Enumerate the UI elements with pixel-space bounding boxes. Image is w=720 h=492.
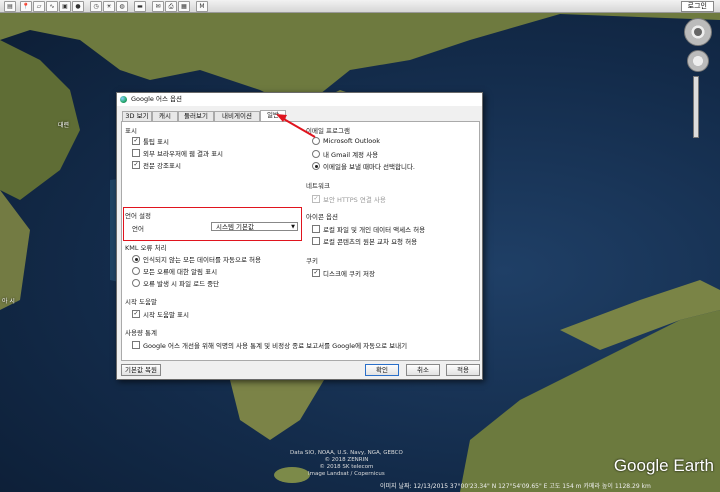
checkbox-checked[interactable]: ✓ [132,137,140,145]
email-ask-option[interactable]: 이메일을 보낼 때마다 선택합니다. [312,161,415,171]
radio-selected[interactable] [312,162,320,170]
kml-abort-option[interactable]: 오류 발생 시 파일 로드 중단 [132,278,219,288]
history-icon[interactable]: ◷ [90,1,102,12]
status-bar: 이미지 날짜: 12/13/2015 37°00'23.34" N 127°54… [380,483,651,490]
startup-tips-option[interactable]: ✓ 시작 도움말 표시 [132,309,189,319]
print-icon[interactable]: ⎙ [165,1,177,12]
dialog-titlebar[interactable]: Google 어스 옵션 [117,93,482,106]
checkbox-unchecked[interactable] [312,225,320,233]
option-label: 외부 브라우저에 웹 결과 표시 [143,150,224,158]
credit-line: Data SIO, NOAA, U.S. Navy, NGA, GEBCO [290,450,403,456]
radio-unselected[interactable] [312,150,320,158]
email-section-title: 이메일 프로그램 [306,127,350,135]
cookies-section-title: 쿠키 [306,257,318,265]
option-label: 로컬 파일 및 개인 데이터 액세스 허용 [323,226,426,234]
save-image-icon[interactable]: ▦ [178,1,190,12]
startup-section-title: 시작 도움말 [125,298,157,306]
option-label: 모든 오류에 대한 알림 표시 [143,268,218,276]
google-earth-icon [120,96,127,103]
kml-allow-option[interactable]: 인식되지 않는 모든 데이터를 자동으로 허용 [132,254,261,264]
kml-section-title: KML 오류 처리 [125,244,167,252]
tab-3d-view[interactable]: 3D 보기 [122,111,152,121]
placemark-icon[interactable]: 📍 [20,1,32,12]
place-label-asia[interactable]: 아 시 [2,296,15,305]
checkbox-unchecked[interactable] [132,149,140,157]
credit-line: Image Landsat / Copernicus [308,471,385,477]
email-outlook-option[interactable]: Microsoft Outlook [312,137,380,145]
sidebar-icon[interactable]: ▤ [4,1,16,12]
checkbox-checked[interactable]: ✓ [312,269,320,277]
network-section-title: 네트워크 [306,182,330,190]
maps-icon[interactable]: M [196,1,208,12]
show-tooltips-option[interactable]: ✓ 툴팁 표시 [132,136,169,146]
language-select-value: 시스템 기본값 [216,223,254,231]
highlight-option[interactable]: ✓ 전문 강조표시 [132,160,181,170]
language-select[interactable]: 시스템 기본값 ▼ [211,222,298,231]
zoom-slider[interactable] [693,76,699,138]
usage-stats-option[interactable]: Google 어스 개선을 위해 익명의 사용 통계 및 비정상 종료 보고서를… [132,340,407,350]
polygon-icon[interactable]: ▱ [33,1,45,12]
external-browser-option[interactable]: 외부 브라우저에 웹 결과 표시 [132,148,223,158]
option-label: 시작 도움말 표시 [143,311,189,319]
checkbox-checked-disabled: ✓ [312,195,320,203]
kml-alert-option[interactable]: 모든 오류에 대한 알림 표시 [132,266,217,276]
checkbox-checked[interactable]: ✓ [132,310,140,318]
dialog-title: Google 어스 옵션 [131,95,182,103]
option-label: 전문 강조표시 [143,162,181,170]
usage-section-title: 사용량 통계 [125,329,157,337]
radio-unselected[interactable] [312,137,320,145]
chevron-down-icon: ▼ [291,224,295,230]
options-dialog: Google 어스 옵션 3D 보기 캐시 둘러보기 내비게이션 일반 표시 ✓… [116,92,483,380]
look-joystick-icon[interactable] [687,50,709,72]
tab-touring[interactable]: 둘러보기 [178,111,214,121]
radio-unselected[interactable] [132,267,140,275]
privacy-section-title: 아이콘 옵션 [306,213,338,221]
option-label: 내 Gmail 계정 사용 [323,151,379,159]
tour-icon[interactable]: ● [72,1,84,12]
general-tab-panel: 표시 ✓ 툴팁 표시 외부 브라우저에 웹 결과 표시 ✓ 전문 강조표시 언어 설… [121,121,480,361]
display-section-title: 표시 [125,127,137,135]
checkbox-checked[interactable]: ✓ [132,161,140,169]
option-label: 디스크에 쿠키 저장 [323,270,375,278]
place-label-dalian[interactable]: 대련 [58,120,69,129]
apply-button[interactable]: 적용 [446,364,480,376]
tab-cache[interactable]: 캐시 [152,111,178,121]
reset-defaults-button[interactable]: 기본값 복원 [121,364,161,376]
https-option: ✓ 보안 HTTPS 연결 사용 [312,194,386,204]
credit-line: © 2018 ZENRIN [324,457,369,463]
option-label: 툴팁 표시 [143,138,169,146]
option-label: 오류 발생 시 파일 로드 중단 [143,280,220,288]
option-label: 보안 HTTPS 연결 사용 [323,196,386,204]
tab-navigation[interactable]: 내비게이션 [214,111,260,121]
map-credits: Data SIO, NOAA, U.S. Navy, NGA, GEBCO © … [290,450,403,478]
option-label: 이메일을 보낼 때마다 선택합니다. [323,163,415,171]
cookie-disk-option[interactable]: ✓ 디스크에 쿠키 저장 [312,268,375,278]
top-toolbar: ▤ 📍 ▱ ∿ ▣ ● ◷ ☀ ◍ ▬ ✉ ⎙ ▦ M 로그인 [0,0,720,13]
option-label: Microsoft Outlook [323,137,380,145]
radio-selected[interactable] [132,255,140,263]
option-label: Google 어스 개선을 위해 익명의 사용 통계 및 비정상 종료 보고서를… [143,342,408,350]
credit-line: © 2018 SK telecom [319,464,374,470]
google-earth-logo: Google Earth [613,456,714,475]
path-icon[interactable]: ∿ [46,1,58,12]
language-section-title: 언어 설정 [125,212,151,220]
compass-icon[interactable] [684,18,712,46]
checkbox-unchecked[interactable] [132,341,140,349]
checkbox-unchecked[interactable] [312,237,320,245]
sun-icon[interactable]: ☀ [103,1,115,12]
local-file-access-option[interactable]: 로컬 파일 및 개인 데이터 액세스 허용 [312,224,425,234]
ok-button[interactable]: 확인 [365,364,399,376]
cross-origin-option[interactable]: 로컬 콘텐츠의 원본 교차 요청 허용 [312,236,417,246]
planet-icon[interactable]: ◍ [116,1,128,12]
overlay-icon[interactable]: ▣ [59,1,71,12]
cancel-button[interactable]: 취소 [406,364,440,376]
email-gmail-option[interactable]: 내 Gmail 계정 사용 [312,149,378,159]
option-label: 인식되지 않는 모든 데이터를 자동으로 허용 [143,256,261,264]
radio-unselected[interactable] [132,279,140,287]
option-label: 로컬 콘텐츠의 원본 교차 요청 허용 [323,238,418,246]
language-label: 언어 [132,225,144,233]
ruler-icon[interactable]: ▬ [134,1,146,12]
login-button[interactable]: 로그인 [680,1,714,12]
email-icon[interactable]: ✉ [152,1,164,12]
